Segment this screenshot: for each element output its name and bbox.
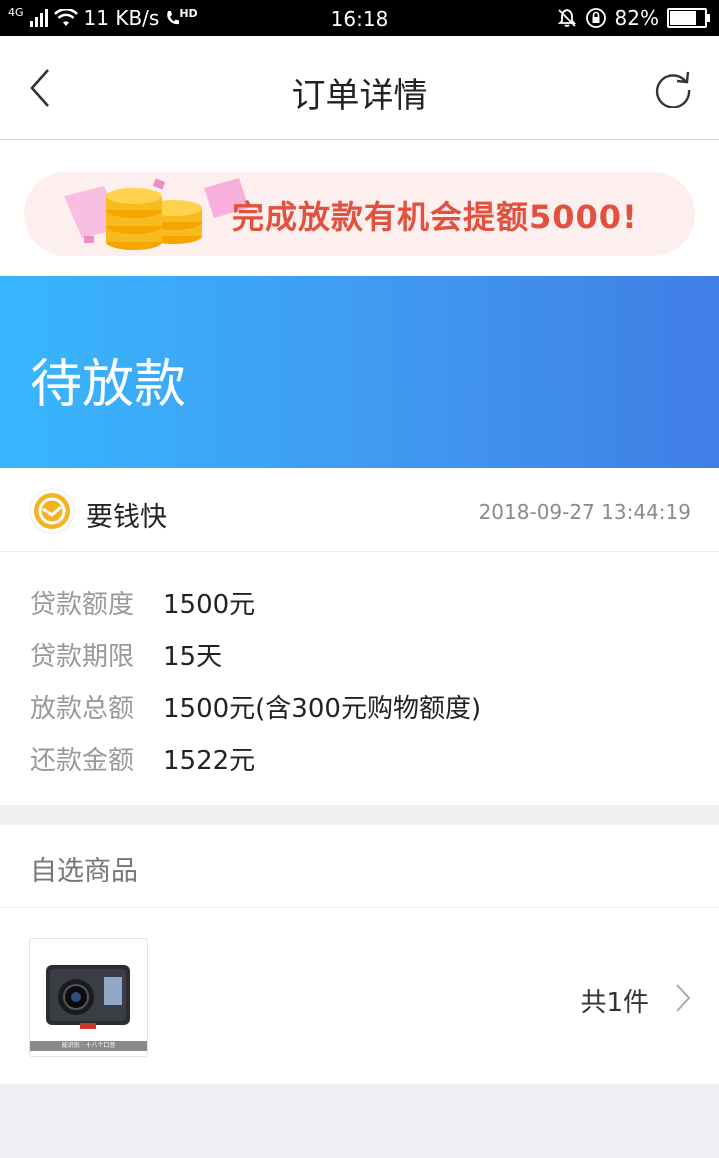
battery-icon xyxy=(667,8,710,28)
order-status-label: 待放款 xyxy=(30,355,187,415)
rotation-lock-icon xyxy=(585,8,606,28)
order-status-header: 待放款 xyxy=(0,276,719,468)
promo-section: 完成放款有机会提额5000! xyxy=(0,140,719,276)
detail-row-disbursed-total: 放款总额 1500元(含300元购物额度) xyxy=(30,688,481,725)
detail-row-repayment: 还款金额 1522元 xyxy=(30,740,255,777)
merchant-name: 要钱快 xyxy=(86,502,167,533)
status-bar: 4G 11 KB/s HD 16:18 82% xyxy=(0,0,719,36)
nav-bar: 订单详情 xyxy=(0,36,719,140)
promo-banner[interactable]: 完成放款有机会提额5000! xyxy=(24,172,695,256)
refresh-icon[interactable] xyxy=(653,68,693,108)
product-thumbnail[interactable]: 能识别 · 十八个口音 xyxy=(29,938,148,1057)
loan-details: 贷款额度 1500元 贷款期限 15天 放款总额 1500元(含300元购物额度) 还… xyxy=(0,552,719,805)
mute-bell-icon xyxy=(557,9,576,27)
goods-row[interactable]: 能识别 · 十八个口音 共1件 xyxy=(0,908,719,1084)
goods-section-title: 自选商品 xyxy=(30,856,138,887)
item-count: 共1件 xyxy=(580,988,649,1018)
merchant-logo-icon xyxy=(29,488,75,534)
detail-label: 还款金额 xyxy=(30,746,135,776)
page-title: 订单详情 xyxy=(291,76,428,116)
detail-value: 1500元(含300元购物额度) xyxy=(163,694,482,724)
detail-value: 1500元 xyxy=(163,590,256,620)
chevron-right-icon[interactable] xyxy=(675,983,691,1013)
detail-label: 放款总额 xyxy=(30,694,135,724)
detail-value: 15天 xyxy=(163,642,223,672)
detail-row-loan-amount: 贷款额度 1500元 xyxy=(30,584,255,621)
detail-value: 1522元 xyxy=(163,746,256,776)
detail-label: 贷款期限 xyxy=(30,642,135,672)
detail-label: 贷款额度 xyxy=(30,590,135,620)
order-timestamp: 2018-09-27 13:44:19 xyxy=(478,500,691,524)
status-right: 82% xyxy=(557,6,710,30)
detail-row-loan-term: 贷款期限 15天 xyxy=(30,636,222,673)
battery-percent: 82% xyxy=(614,6,659,30)
promo-text: 完成放款有机会提额5000! xyxy=(232,198,638,236)
goods-section-header: 自选商品 xyxy=(0,825,719,908)
dashcam-image xyxy=(30,939,147,1056)
merchant-row: 要钱快 2018-09-27 13:44:19 xyxy=(0,468,719,552)
thumbnail-caption: 能识别 · 十八个口音 xyxy=(61,1042,116,1049)
